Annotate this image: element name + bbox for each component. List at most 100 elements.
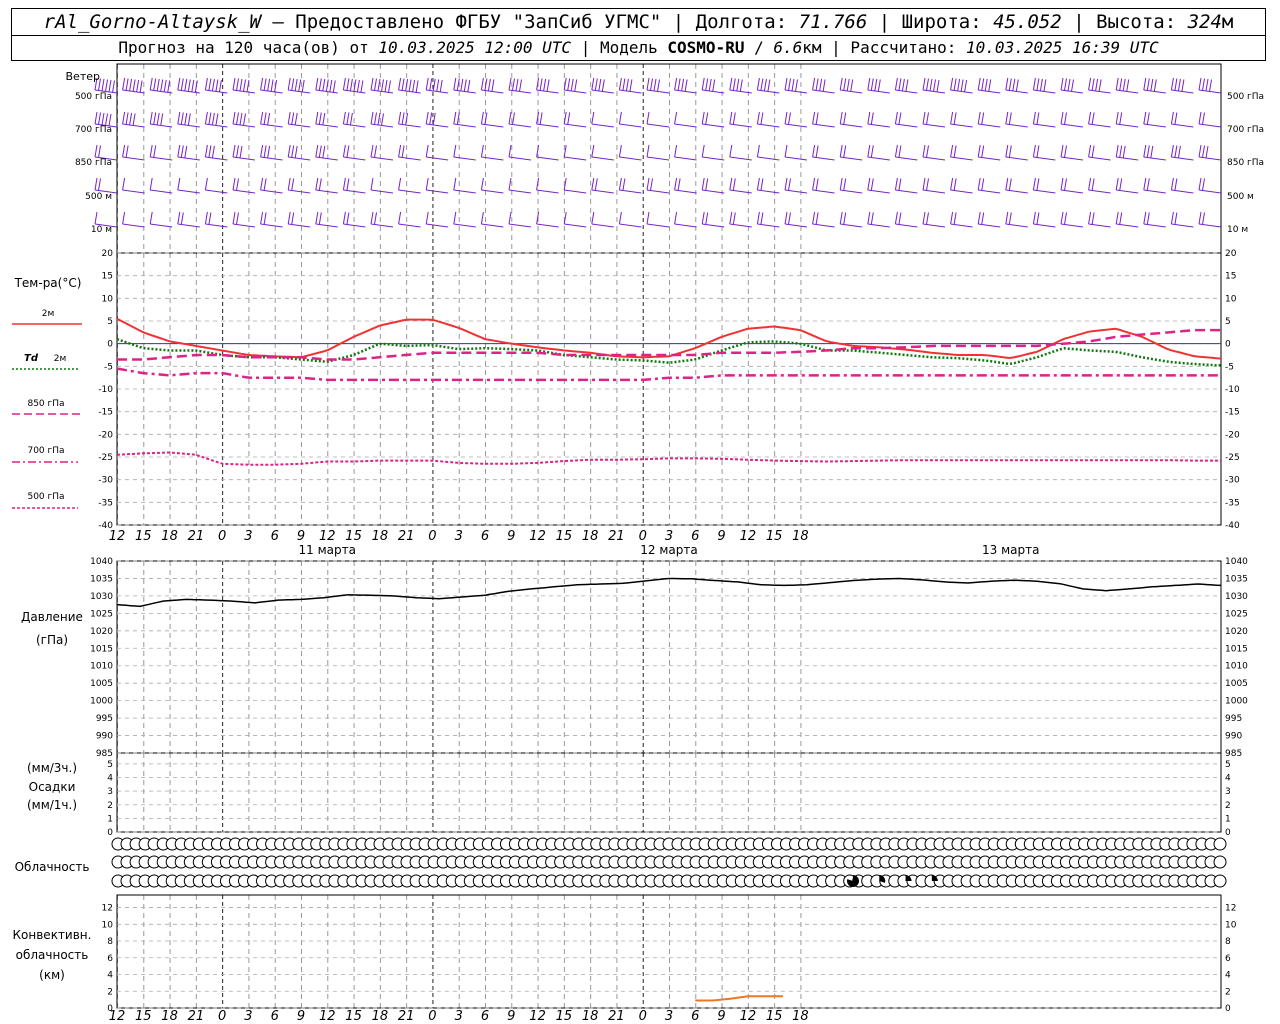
wind-barb-flag [1119,78,1123,91]
wind-barb-flag [874,78,878,92]
wind-barb-flag [187,79,191,92]
wind-barb-flag [926,178,929,191]
wind-barb-flag [460,78,464,92]
wind-barb-flag [953,145,957,158]
wind-barb-shaft [453,223,476,228]
wind-barb-flag [122,177,126,191]
wind-barb-flag [843,145,847,158]
wind-barb-flag [349,112,353,126]
wind-barb-flag [129,78,133,92]
wind-barb-flag [260,77,264,91]
wind-barb-flag [981,178,985,191]
wind-barb-flag [795,79,798,92]
wind-barb-flag [1088,77,1092,91]
wind-barb-shaft [426,223,449,228]
wind-barb-flag [177,77,181,91]
wind-barb-flag [843,212,847,225]
wind-barb-flag [263,78,267,91]
wind-barb-flag [933,79,936,92]
date-label: 13 марта [982,543,1039,557]
wind-barb-flag [453,77,457,91]
wind-barb-flag [177,211,181,225]
wind-barb-shaft [619,123,642,128]
wind-barb-flag [204,77,208,91]
wind-barb-flag [412,79,416,93]
wind-barb-flag [236,178,239,191]
wind-barb-flag [322,78,326,92]
wind-barb-flag [318,178,322,191]
wind-barb-flag [453,144,457,158]
wind-barb-flag [594,178,598,191]
wind-barb-flag [732,212,736,225]
wind-barb-flag [701,177,705,191]
wind-barb-flag [1088,111,1092,125]
wind-barb-flag [101,78,105,92]
wind-barb-flag [1146,212,1150,225]
wind-barb-flag [1119,112,1123,125]
temp-y-tick-label: -15 [98,408,113,418]
hour-tick-label: 21 [398,529,415,544]
wind-barb-flag [815,178,819,191]
wind-barb-flag [370,111,374,125]
wind-barb-flag [791,78,795,92]
wind-barb-flag [370,77,374,91]
wind-barb-flag [705,112,709,125]
wind-barb-flag [1198,77,1202,91]
pres-y-tick-label-right: 995 [1225,714,1242,724]
wind-barb-flag [981,112,985,125]
hour-tick-label-bottom: 21 [188,1009,205,1024]
wind-barb-flag [812,211,816,225]
conv-y-tick-label-right: 4 [1225,971,1231,981]
wind-barb-flag [149,144,153,158]
wind-barb-flag [767,79,771,92]
wind-barb-flag [1119,145,1123,158]
hour-tick-label: 0 [428,529,436,544]
wind-barb-flag [270,79,274,92]
wind-barb-flag [204,211,208,225]
wind-barb-flag [180,212,184,225]
legend-850: 850 гПа [27,399,64,409]
prec-y-tick-label-right: 2 [1225,801,1231,811]
wind-barb-flag [94,177,98,191]
wind-barb-flag [1060,211,1064,225]
wind-barb-flag [1088,144,1092,158]
hour-tick-label-bottom: 9 [297,1009,305,1024]
wind-barb-flag [177,177,181,191]
wind-barb-flag [1143,177,1147,191]
wind-barb-flag [177,144,181,158]
hour-tick-label-bottom: 15 [135,1009,152,1024]
wind-barb-flag [125,112,129,125]
wind-barb-flag [377,78,381,92]
wind-barb-flag [315,77,319,91]
wind-barb-flag [1177,145,1181,159]
wind-barb-flag [1198,111,1202,125]
wind-barb-flag [508,111,512,125]
wind-barb-flag [163,79,167,93]
wind-barb-flag [215,113,219,126]
wind-barb-flag [315,177,319,191]
hour-tick-label: 12 [529,529,546,544]
wind-barb-flag [646,77,650,91]
wind-barb-shaft [646,123,670,128]
wind-barb-flag [870,112,874,125]
hour-tick-label-bottom: 18 [161,1009,178,1024]
wind-barb-flag [763,78,767,92]
hour-tick-label-bottom: 9 [717,1009,725,1024]
wind-barb-flag [260,177,264,191]
wind-barb-flag [263,112,267,125]
wind-barb-shaft [674,223,697,228]
wind-barb-flag [208,112,212,125]
wind-barb-flag [98,145,101,158]
wind-barb-flag [329,79,333,93]
wind-barb-flag [1122,78,1126,92]
wind-barb-flag [812,111,816,125]
wind-barb-flag [346,178,350,191]
wind-barb-flag [977,211,981,225]
wind-barb-shaft [591,156,614,161]
wind-barb-flag [957,78,961,92]
wind-barb-flag [125,145,129,158]
wind-barb-shaft [619,223,642,228]
prec-y-tick-label-right: 1 [1225,814,1231,824]
wind-barb-flag [1005,111,1009,125]
wind-barb-flag [236,145,239,158]
